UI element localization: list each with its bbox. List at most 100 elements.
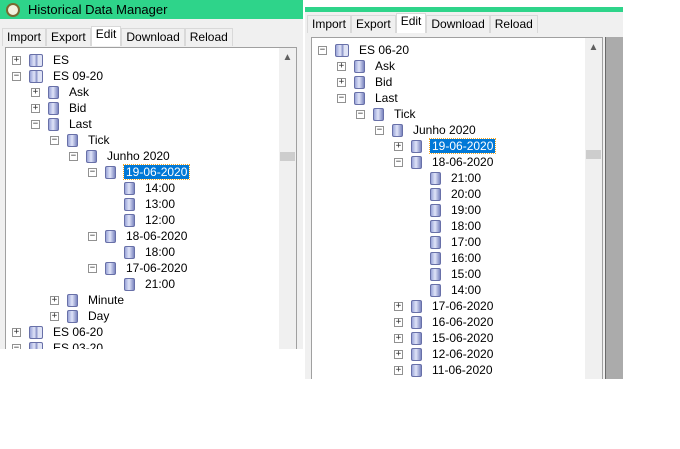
scroll-up-arrow-icon[interactable]: ▲ [279, 48, 296, 65]
tree-node[interactable]: + ES [12, 52, 71, 68]
tree-node-label: 21:00 [145, 277, 176, 291]
vertical-scrollbar[interactable]: ▲ [279, 48, 296, 349]
expand-icon[interactable]: + [12, 55, 21, 65]
tab-export[interactable]: Export [46, 28, 91, 46]
tree-node[interactable]: +19-06-2020 [394, 138, 497, 154]
tree-node-label: 15-06-2020 [432, 331, 494, 345]
tree-node[interactable]: 21:00 [107, 276, 177, 292]
tab-reload[interactable]: Reload [489, 15, 538, 33]
collapse-icon[interactable]: − [50, 135, 59, 145]
database-icon [354, 59, 365, 73]
database-icon [411, 299, 422, 313]
scrollbar-thumb[interactable] [586, 150, 601, 160]
tree-node[interactable]: 14:00 [107, 180, 177, 196]
tree-node[interactable]: − 18-06-2020 [88, 228, 189, 244]
tree-node[interactable]: − 17-06-2020 [88, 260, 189, 276]
tree-node-label: Bid [69, 101, 87, 115]
tree-node[interactable]: 20:00 [413, 186, 483, 202]
tree-node[interactable]: 13:00 [107, 196, 177, 212]
collapse-icon[interactable]: − [12, 71, 21, 81]
expand-icon[interactable]: + [50, 311, 59, 321]
tree-node[interactable]: +16-06-2020 [394, 314, 495, 330]
collapse-icon[interactable]: − [69, 151, 78, 161]
tree-node[interactable]: 18:00 [413, 218, 483, 234]
tree-node[interactable]: − Tick [50, 132, 112, 148]
tree-node[interactable]: 12:00 [107, 212, 177, 228]
tab-edit[interactable]: Edit [395, 13, 427, 33]
tree-node[interactable]: 21:00 [413, 170, 483, 186]
expand-icon[interactable]: + [394, 301, 403, 311]
tree-node[interactable]: 17:00 [413, 234, 483, 250]
scroll-up-arrow-icon[interactable]: ▲ [585, 38, 602, 55]
database-icon [86, 149, 97, 163]
collapse-icon[interactable]: − [375, 125, 384, 135]
tree-node[interactable]: 14:00 [413, 282, 483, 298]
tree-node[interactable]: + Minute [50, 292, 126, 308]
tab-export[interactable]: Export [351, 15, 396, 33]
tree-node[interactable]: + Day [50, 308, 111, 324]
tree-node[interactable]: +10-06-2020 [394, 378, 495, 379]
tree-node[interactable]: 16:00 [413, 250, 483, 266]
tree-node[interactable]: − 18-06-2020 [394, 154, 495, 170]
tab-reload[interactable]: Reload [184, 28, 233, 46]
collapse-icon[interactable]: − [12, 343, 21, 349]
database-icon [392, 123, 403, 137]
tab-import[interactable]: Import [307, 15, 352, 33]
tree-node[interactable]: − Junho 2020 [69, 148, 172, 164]
expand-icon[interactable]: + [394, 141, 403, 151]
expand-icon[interactable]: + [50, 295, 59, 305]
collapse-icon[interactable]: − [88, 263, 97, 273]
collapse-icon[interactable]: − [337, 93, 346, 103]
vertical-scrollbar[interactable]: ▲ [585, 38, 602, 379]
tree-node-label: Tick [394, 107, 416, 121]
tree-node[interactable]: − ES 06-20 [318, 42, 411, 58]
tree-node[interactable]: + Ask [31, 84, 91, 100]
scrollbar-thumb[interactable] [280, 151, 295, 161]
collapse-icon[interactable]: − [88, 231, 97, 241]
collapse-icon[interactable]: − [318, 45, 327, 55]
expand-icon[interactable]: + [394, 365, 403, 375]
tree-node[interactable]: +17-06-2020 [394, 298, 495, 314]
data-tree[interactable]: ▲ + ES − ES 09-20 + Ask + Bid − Last − Tick − Junho 2… [5, 47, 297, 349]
tree-node[interactable]: +15-06-2020 [394, 330, 495, 346]
tab-import[interactable]: Import [2, 28, 47, 46]
expand-icon[interactable]: + [394, 349, 403, 359]
tree-node[interactable]: 19:00 [413, 202, 483, 218]
collapse-icon[interactable]: − [356, 109, 365, 119]
expand-icon[interactable]: + [12, 327, 21, 337]
tree-node[interactable]: +12-06-2020 [394, 346, 495, 362]
tree-node[interactable]: 15:00 [413, 266, 483, 282]
tab-download[interactable]: Download [121, 28, 185, 46]
tree-node[interactable]: − ES 03-20 [12, 340, 105, 349]
data-tree[interactable]: ▲ − ES 06-20 + Ask + Bid − Last − Tick − Junho 2020… [311, 37, 603, 379]
database-icon [411, 139, 422, 153]
tree-node[interactable]: − Last [337, 90, 400, 106]
tree-node[interactable]: − Junho 2020 [375, 122, 478, 138]
tree-node[interactable]: − Last [31, 116, 94, 132]
tree-node-label: 17:00 [451, 235, 482, 249]
tree-node[interactable]: + Bid [31, 100, 88, 116]
collapse-icon[interactable]: − [394, 157, 403, 167]
database-icon [430, 187, 441, 201]
expand-icon[interactable]: + [337, 61, 346, 71]
tree-node[interactable]: +11-06-2020 [394, 362, 495, 378]
expand-icon[interactable]: + [394, 317, 403, 327]
expand-icon[interactable]: + [394, 333, 403, 343]
collapse-icon[interactable]: − [31, 119, 40, 129]
tree-node-label: Last [375, 91, 398, 105]
tree-node[interactable]: − Tick [356, 106, 418, 122]
collapse-icon[interactable]: − [88, 167, 97, 177]
expand-icon[interactable]: + [31, 87, 40, 97]
tree-node[interactable]: + ES 06-20 [12, 324, 105, 340]
database-icon [411, 363, 422, 377]
tab-edit[interactable]: Edit [90, 26, 122, 46]
tree-node[interactable]: + Ask [337, 58, 397, 74]
expand-icon[interactable]: + [31, 103, 40, 113]
tab-download[interactable]: Download [426, 15, 490, 33]
expand-icon[interactable]: + [337, 77, 346, 87]
tree-node[interactable]: − ES 09-20 [12, 68, 105, 84]
historical-data-manager-window: Historical Data Manager Import Export Edit… [0, 0, 303, 349]
tree-node[interactable]: + Bid [337, 74, 394, 90]
tree-node[interactable]: 18:00 [107, 244, 177, 260]
tree-node[interactable]: − 19-06-2020 [88, 164, 191, 180]
